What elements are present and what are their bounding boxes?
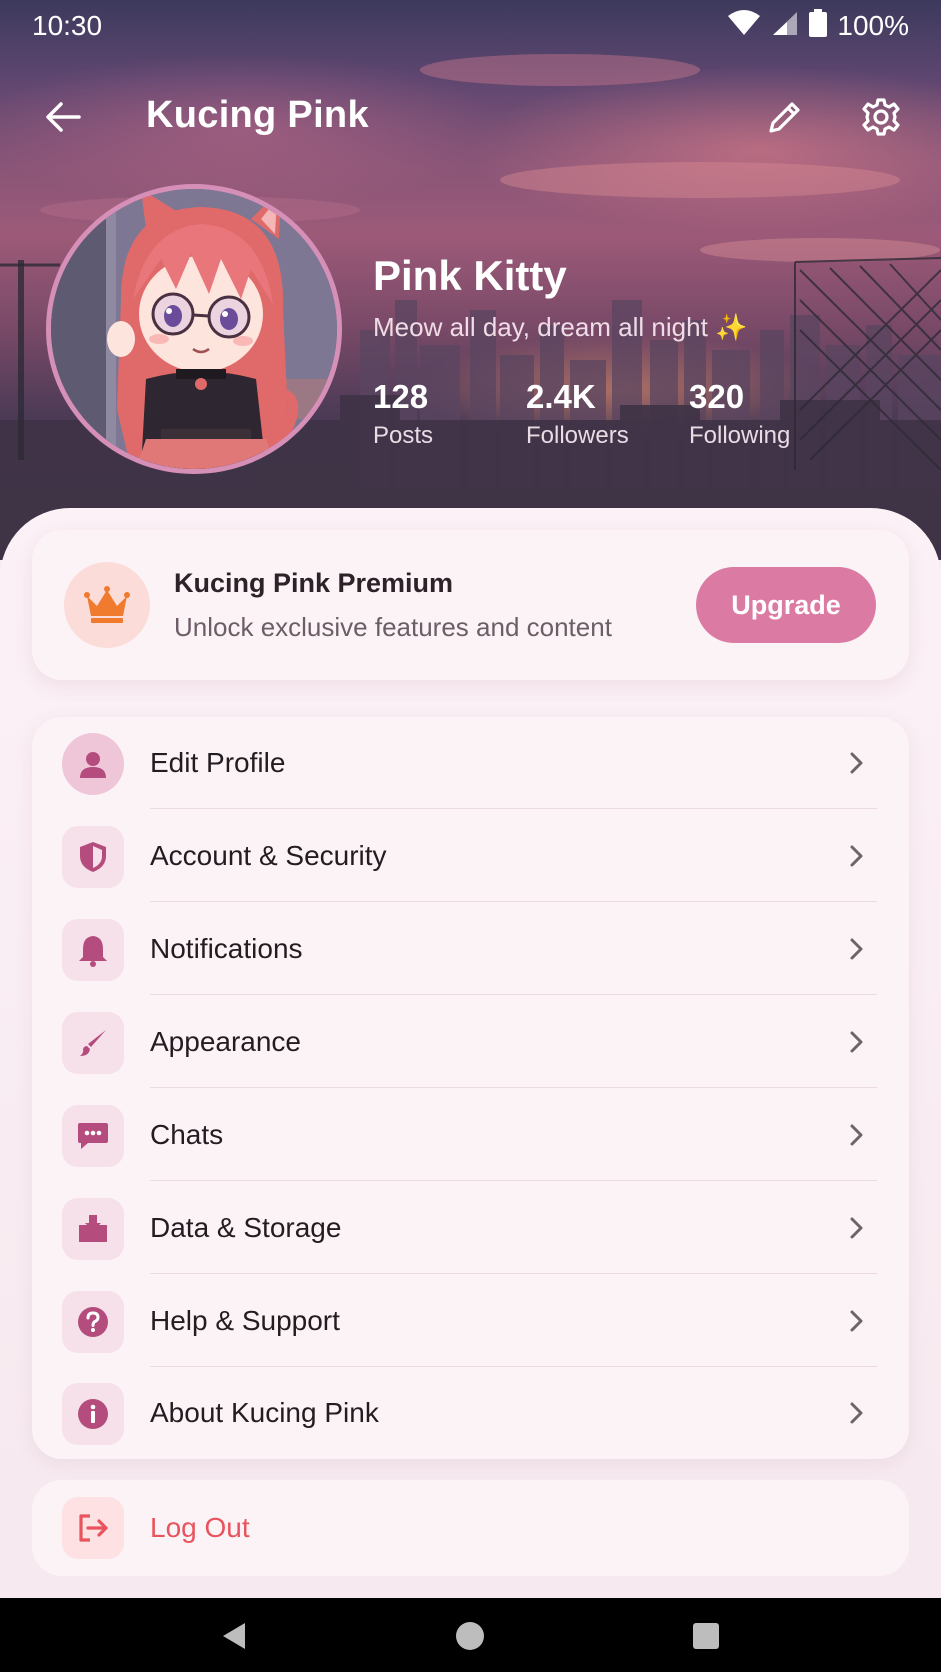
- stat-posts[interactable]: 128 Posts: [373, 378, 526, 450]
- shield-icon: [62, 826, 124, 888]
- menu-item-about[interactable]: About Kucing Pink: [32, 1367, 909, 1459]
- avatar[interactable]: [46, 184, 342, 474]
- divider: [150, 1180, 877, 1181]
- chevron-right-icon: [842, 1214, 870, 1242]
- menu-item-label: Account & Security: [150, 840, 387, 871]
- gear-icon[interactable]: [856, 92, 906, 142]
- storage-icon: [62, 1198, 124, 1260]
- battery-percentage: 100%: [837, 10, 909, 41]
- divider: [150, 1087, 877, 1088]
- status-icons: 100%: [727, 8, 909, 44]
- menu-item-label: Edit Profile: [150, 747, 286, 778]
- pencil-icon[interactable]: [760, 92, 810, 142]
- nav-recents-icon[interactable]: [686, 1616, 726, 1656]
- brush-icon: [62, 1012, 124, 1074]
- stat-label: Posts: [373, 422, 434, 449]
- premium-title: Kucing Pink Premium: [174, 568, 454, 598]
- stat-label: Following: [689, 422, 791, 449]
- bell-icon: [62, 919, 124, 981]
- chat-icon: [62, 1105, 124, 1167]
- menu-item-notifications[interactable]: Notifications: [32, 903, 909, 995]
- back-arrow-icon[interactable]: [38, 92, 88, 142]
- chevron-right-icon: [842, 935, 870, 963]
- app-bar-title: Kucing Pink: [146, 94, 369, 136]
- profile-name: Pink Kitty: [373, 252, 567, 299]
- person-icon: [62, 733, 124, 795]
- chevron-right-icon: [842, 1121, 870, 1149]
- upgrade-button[interactable]: Upgrade: [696, 567, 876, 643]
- status-bar: 10:30 100%: [0, 0, 941, 52]
- stat-value: 320: [689, 378, 745, 415]
- profile-stats: 128 Posts 2.4K Followers 320 Following: [373, 378, 829, 450]
- stat-value: 2.4K: [526, 378, 596, 415]
- crown-icon: [64, 562, 150, 648]
- system-navigation-bar: [0, 1598, 941, 1672]
- wifi-icon: [727, 9, 761, 43]
- logout-icon: [62, 1497, 124, 1559]
- menu-item-account-security[interactable]: Account & Security: [32, 810, 909, 902]
- divider: [150, 901, 877, 902]
- divider: [150, 994, 877, 995]
- help-icon: [62, 1291, 124, 1353]
- battery-icon: [809, 8, 828, 44]
- menu-item-label: Notifications: [150, 933, 303, 964]
- chevron-right-icon: [842, 1307, 870, 1335]
- premium-card[interactable]: Kucing Pink Premium Unlock exclusive fea…: [32, 530, 909, 680]
- menu-item-appearance[interactable]: Appearance: [32, 996, 909, 1088]
- cellular-signal-icon: [771, 10, 799, 43]
- settings-menu: Edit Profile Account & Security Notifica…: [32, 717, 909, 1459]
- menu-item-label: Help & Support: [150, 1305, 340, 1336]
- divider: [150, 808, 877, 809]
- menu-item-label: About Kucing Pink: [150, 1397, 379, 1428]
- logout-button[interactable]: Log Out: [32, 1480, 909, 1576]
- nav-home-icon[interactable]: [450, 1616, 490, 1656]
- menu-item-help-support[interactable]: Help & Support: [32, 1275, 909, 1367]
- chevron-right-icon: [842, 1028, 870, 1056]
- stat-followers[interactable]: 2.4K Followers: [526, 378, 689, 450]
- nav-back-icon[interactable]: [214, 1616, 254, 1656]
- menu-item-label: Chats: [150, 1119, 224, 1150]
- stat-value: 128: [373, 378, 429, 415]
- profile-screen: 10:30 100% Kucing Pink Pink Kitty Meow a…: [0, 0, 941, 1672]
- logout-label: Log Out: [150, 1512, 250, 1543]
- menu-item-label: Data & Storage: [150, 1212, 342, 1243]
- anime-cat-girl-avatar-image: [51, 189, 337, 469]
- chevron-right-icon: [842, 749, 870, 777]
- menu-item-chats[interactable]: Chats: [32, 1089, 909, 1181]
- profile-bio: Meow all day, dream all night ✨: [373, 312, 748, 342]
- info-icon: [62, 1383, 124, 1445]
- premium-subtitle: Unlock exclusive features and content: [174, 612, 612, 642]
- status-time: 10:30: [32, 10, 103, 41]
- divider: [150, 1273, 877, 1274]
- stat-label: Followers: [526, 422, 629, 449]
- stat-following[interactable]: 320 Following: [689, 378, 829, 450]
- chevron-right-icon: [842, 1399, 870, 1427]
- top-app-bar: Kucing Pink: [0, 80, 941, 154]
- menu-item-edit-profile[interactable]: Edit Profile: [32, 717, 909, 809]
- chevron-right-icon: [842, 842, 870, 870]
- menu-item-data-storage[interactable]: Data & Storage: [32, 1182, 909, 1274]
- menu-item-label: Appearance: [150, 1026, 302, 1057]
